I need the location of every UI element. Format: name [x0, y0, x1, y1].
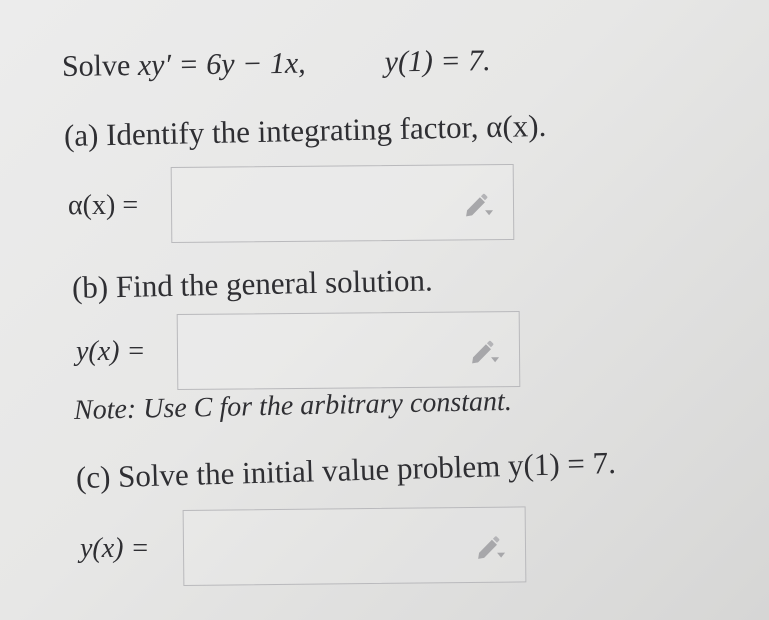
equation-spacing: [313, 72, 377, 73]
pencil-dropdown-icon[interactable]: [467, 336, 501, 366]
problem-statement: Solve xy′ = 6y − 1x, y(1) = 7.: [62, 44, 491, 84]
part-b-answer-box[interactable]: [176, 311, 521, 390]
problem-prefix: Solve: [61, 48, 139, 83]
arbitrary-constant-note: Note: Use C for the arbitrary constant.: [73, 385, 513, 426]
differential-equation: xy′ = 6y − 1x,: [137, 46, 306, 82]
part-b-prompt: (b) Find the general solution.: [71, 262, 434, 305]
part-a-answer-box[interactable]: [170, 164, 515, 243]
part-a-answer-label: α(x) =: [68, 190, 139, 221]
part-b-answer-label: y(x) =: [76, 336, 146, 367]
part-a-prompt: (a) Identify the integrating factor, α(x…: [63, 107, 547, 153]
pencil-dropdown-icon[interactable]: [461, 189, 495, 219]
part-c-answer-label: y(x) =: [80, 533, 150, 564]
part-c-prompt: (c) Solve the initial value problem y(1)…: [75, 444, 617, 495]
pencil-dropdown-icon[interactable]: [473, 532, 507, 562]
part-c-answer-box[interactable]: [182, 506, 527, 586]
initial-condition: y(1) = 7.: [384, 44, 491, 79]
